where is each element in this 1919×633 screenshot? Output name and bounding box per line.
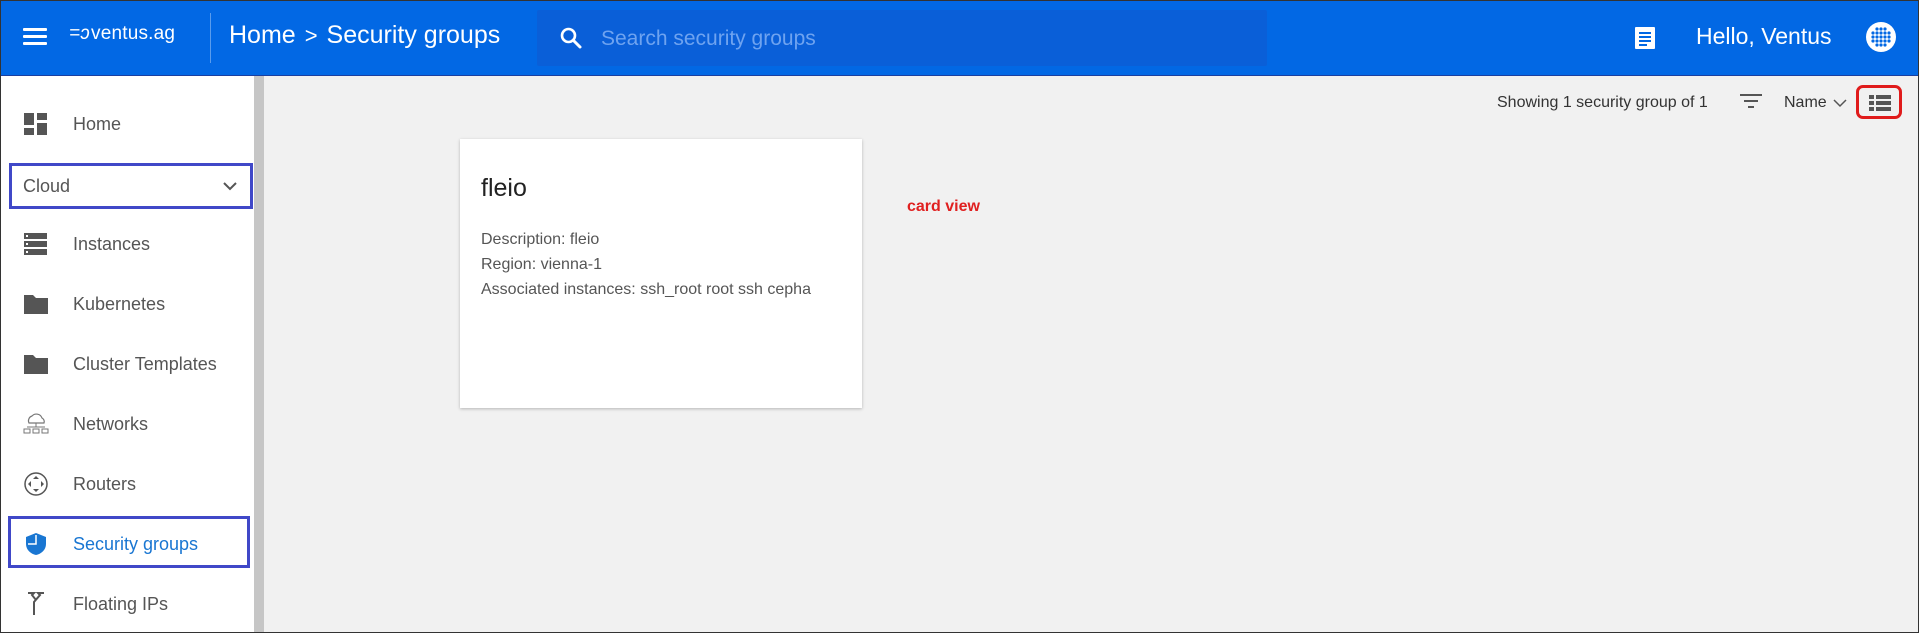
top-bar: =ɔventus.ag Home > Security groups Hello…: [1, 1, 1918, 76]
logo-text: ventus.ag: [91, 23, 176, 44]
card-view-annotation: card view: [907, 198, 980, 215]
sidebar-item-routers[interactable]: Routers: [1, 460, 254, 508]
chevron-down-icon: [223, 182, 237, 191]
security-groups-highlight-box: [8, 516, 250, 568]
search-bar: [537, 10, 1267, 66]
user-greeting[interactable]: Hello, Ventus: [1696, 23, 1832, 50]
card-title: fleio: [481, 174, 527, 202]
sidebar-item-floating-ips[interactable]: Floating IPs: [1, 580, 254, 628]
folder-icon: [24, 295, 48, 314]
app-logo[interactable]: =ɔventus.ag: [69, 23, 175, 45]
card-region: Region: vienna-1: [481, 256, 602, 273]
hamburger-menu-icon[interactable]: [23, 27, 47, 47]
avatar-globe-icon[interactable]: [1865, 21, 1897, 53]
dashboard-icon: [24, 113, 47, 135]
security-group-card[interactable]: fleio Description: fleio Region: vienna-…: [460, 139, 862, 408]
chevron-down-icon: [1833, 99, 1847, 107]
list-view-toggle-button[interactable]: [1856, 85, 1902, 119]
sort-dropdown[interactable]: Name: [1784, 94, 1847, 112]
sidebar-item-instances[interactable]: Instances: [1, 220, 254, 268]
header-divider: [210, 13, 211, 63]
search-icon: [560, 27, 582, 49]
logo-mark: =ɔ: [69, 23, 90, 44]
card-description: Description: fleio: [481, 231, 600, 248]
list-view-icon: [1869, 95, 1891, 111]
sidebar-item-home[interactable]: Home: [1, 100, 254, 148]
app-frame: =ɔventus.ag Home > Security groups Hello…: [0, 0, 1919, 633]
sidebar-item-networks[interactable]: Networks: [1, 400, 254, 448]
sidebar-item-label: Instances: [73, 233, 151, 254]
sidebar-item-label: Floating IPs: [73, 593, 169, 614]
sidebar-scrollbar[interactable]: [254, 76, 264, 632]
fork-arrow-icon: [28, 592, 44, 615]
sidebar-item-kubernetes[interactable]: Kubernetes: [1, 280, 254, 328]
sidebar-item-label: Kubernetes: [73, 293, 166, 314]
breadcrumb-chevron-icon: >: [304, 22, 318, 48]
breadcrumb: Home > Security groups: [229, 21, 500, 50]
breadcrumb-home[interactable]: Home: [229, 21, 296, 50]
sidebar-item-cluster-templates[interactable]: Cluster Templates: [1, 340, 254, 388]
router-icon: [24, 472, 48, 496]
sidebar-item-label: Cluster Templates: [73, 353, 217, 374]
sidebar-item-label: Networks: [73, 413, 149, 434]
network-cloud-icon: [23, 413, 49, 434]
result-count: Showing 1 security group of 1: [1497, 94, 1708, 111]
server-icon: [24, 233, 47, 255]
search-input[interactable]: [599, 23, 1243, 55]
sidebar-item-label: Routers: [73, 473, 137, 494]
notes-icon[interactable]: [1633, 25, 1657, 51]
cloud-section-dropdown[interactable]: Cloud: [9, 163, 253, 209]
card-associated-instances: Associated instances: ssh_root root ssh …: [481, 281, 811, 298]
folder-icon: [24, 355, 48, 374]
filter-icon[interactable]: [1739, 91, 1763, 111]
sidebar-item-label: Home: [73, 113, 122, 134]
breadcrumb-current: Security groups: [326, 21, 501, 49]
sort-label: Name: [1784, 94, 1827, 111]
cloud-section-label: Cloud: [23, 175, 71, 196]
